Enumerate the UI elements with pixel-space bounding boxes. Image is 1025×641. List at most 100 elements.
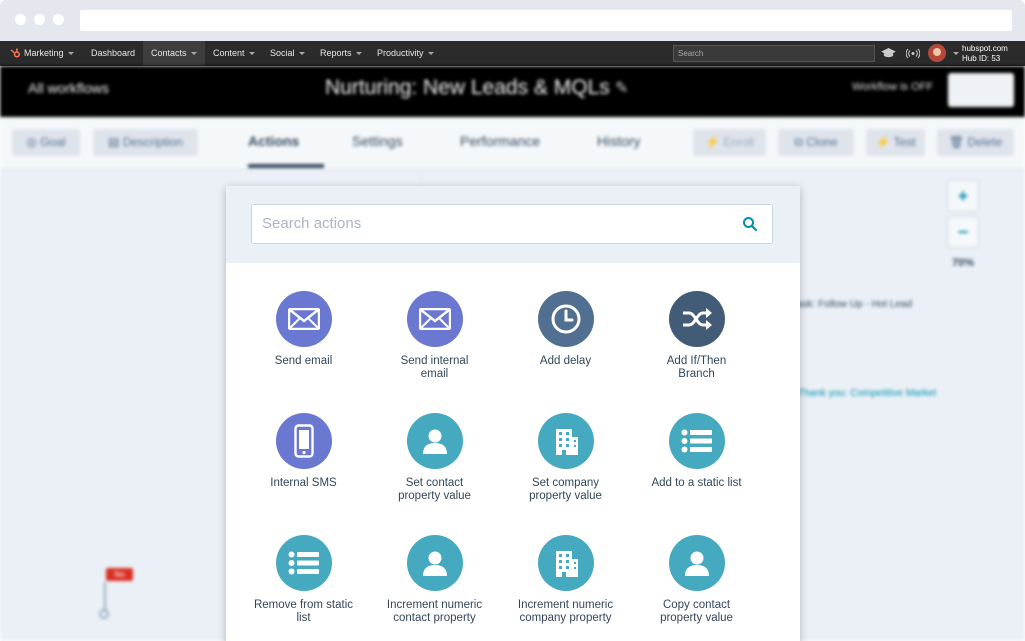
building-icon xyxy=(538,535,594,591)
action-label: Add to a static list xyxy=(631,477,762,490)
workflow-status: Workflow is OFF xyxy=(852,81,933,93)
action-increment-contact-property[interactable]: Increment numeric contact property xyxy=(369,535,500,625)
document-icon: ▤ xyxy=(108,135,123,149)
target-icon: ◎ xyxy=(26,135,40,149)
search-icon[interactable] xyxy=(742,216,758,232)
lightning-icon: ⚡ xyxy=(705,135,723,149)
nav-item-label: Content xyxy=(213,48,245,58)
goal-label: Goal xyxy=(40,135,65,149)
active-tab-indicator xyxy=(248,164,324,168)
action-remove-from-static-list[interactable]: Remove from static list xyxy=(238,535,369,625)
pencil-icon[interactable]: ✎ xyxy=(615,78,628,98)
nav-item-productivity[interactable]: Productivity xyxy=(369,41,442,66)
minus-icon: − xyxy=(958,222,969,242)
person-icon xyxy=(407,413,463,469)
delete-button[interactable]: 🗑 Delete xyxy=(937,129,1014,156)
action-send-email[interactable]: Send email xyxy=(238,291,369,368)
nav-item-label: Contacts xyxy=(151,48,187,58)
description-button[interactable]: ▤ Description xyxy=(93,129,198,156)
popup-pointer xyxy=(498,168,534,187)
envelope-icon xyxy=(407,291,463,347)
copy-icon: ⧉ xyxy=(794,135,806,149)
trash-icon: 🗑 xyxy=(949,135,968,149)
chevron-down-icon xyxy=(249,52,255,55)
zoom-in-button[interactable]: + xyxy=(947,180,979,212)
broadcast-icon[interactable] xyxy=(906,48,920,59)
action-label: Remove from static list xyxy=(254,599,354,625)
tab-history[interactable]: History xyxy=(597,133,641,149)
app-window: Marketing Dashboard Contacts Content Soc… xyxy=(0,0,1025,641)
clone-label: Clone xyxy=(806,135,837,149)
description-label: Description xyxy=(123,135,183,149)
hub-id: Hub ID: 53 xyxy=(962,54,1008,64)
tab-performance[interactable]: Performance xyxy=(460,133,540,149)
nav-item-contacts[interactable]: Contacts xyxy=(143,41,205,66)
nav-item-label: Marketing xyxy=(24,48,64,58)
clock-icon xyxy=(538,291,594,347)
test-button[interactable]: ⚡ Test xyxy=(866,129,925,156)
nav-item-label: Reports xyxy=(320,48,352,58)
action-label: Add delay xyxy=(500,355,631,368)
nav-search-input[interactable]: Search xyxy=(673,45,875,62)
plus-icon: + xyxy=(958,186,969,206)
nav-item-reports[interactable]: Reports xyxy=(312,41,370,66)
search-actions-input[interactable] xyxy=(252,205,742,241)
nav-item-marketing[interactable]: Marketing xyxy=(2,41,82,66)
action-label: Increment numeric company property xyxy=(514,599,618,625)
nav-item-content[interactable]: Content xyxy=(205,41,263,66)
canvas-email-snippet: Thank you: Competitive Market xyxy=(798,388,936,399)
avatar[interactable] xyxy=(928,44,946,62)
clone-button[interactable]: ⧉ Clone xyxy=(778,129,854,156)
workflow-header: All workflows Nurturing: New Leads & MQL… xyxy=(0,66,1025,117)
action-internal-sms[interactable]: Internal SMS xyxy=(238,413,369,490)
portal-info: hubspot.com Hub ID: 53 xyxy=(962,44,1008,64)
workflow-toggle[interactable] xyxy=(948,73,1014,107)
branch-connector xyxy=(104,582,106,612)
workflow-name[interactable]: Nurturing: New Leads & MQLs xyxy=(325,76,610,100)
action-set-company-property[interactable]: Set company property value xyxy=(500,413,631,503)
action-search-box[interactable] xyxy=(251,204,773,244)
canvas-task-snippet: Task: Follow Up - Hot Lead xyxy=(792,299,912,310)
phone-icon xyxy=(276,413,332,469)
enroll-button[interactable]: ⚡ Enroll xyxy=(693,129,766,156)
nav-item-dashboard[interactable]: Dashboard xyxy=(83,41,143,66)
no-branch-badge: No xyxy=(106,568,133,581)
zoom-out-button[interactable]: − xyxy=(947,216,979,248)
action-set-contact-property[interactable]: Set contact property value xyxy=(369,413,500,503)
goal-button[interactable]: ◎ Goal xyxy=(12,129,80,156)
workflow-toolbar: ◎ Goal ▤ Description Actions Settings Pe… xyxy=(0,117,1025,170)
address-bar[interactable] xyxy=(80,10,1012,31)
action-add-to-static-list[interactable]: Add to a static list xyxy=(631,413,762,490)
tab-actions[interactable]: Actions xyxy=(248,133,299,149)
action-increment-company-property[interactable]: Increment numeric company property xyxy=(500,535,631,625)
action-search-area xyxy=(226,186,800,263)
action-label: Set contact property value xyxy=(395,477,475,503)
nav-item-social[interactable]: Social xyxy=(262,41,313,66)
chevron-down-icon xyxy=(356,52,362,55)
window-close-dot[interactable] xyxy=(15,14,26,25)
lightning-icon: ⚡ xyxy=(875,135,893,149)
all-workflows-link[interactable]: All workflows xyxy=(28,80,109,96)
academy-cap-icon[interactable] xyxy=(881,48,896,59)
action-add-delay[interactable]: Add delay xyxy=(500,291,631,368)
action-label: Send email xyxy=(238,355,369,368)
enroll-label: Enroll xyxy=(723,135,754,149)
nav-item-label: Social xyxy=(270,48,295,58)
action-label: Internal SMS xyxy=(238,477,369,490)
chevron-down-icon xyxy=(68,52,74,55)
envelope-icon xyxy=(276,291,332,347)
action-copy-contact-property[interactable]: Copy contact property value xyxy=(631,535,762,625)
action-send-internal-email[interactable]: Send internal email xyxy=(369,291,500,381)
window-minimize-dot[interactable] xyxy=(34,14,45,25)
action-label: Add If/Then Branch xyxy=(662,355,732,381)
window-maximize-dot[interactable] xyxy=(53,14,64,25)
branch-node xyxy=(99,609,109,619)
tab-settings[interactable]: Settings xyxy=(352,133,403,149)
action-add-if-then-branch[interactable]: Add If/Then Branch xyxy=(631,291,762,381)
action-label: Set company property value xyxy=(526,477,606,503)
nav-item-label: Dashboard xyxy=(91,48,135,58)
top-nav: Marketing Dashboard Contacts Content Soc… xyxy=(0,41,1025,66)
building-icon xyxy=(538,413,594,469)
action-label: Copy contact property value xyxy=(657,599,737,625)
hubspot-logo-icon xyxy=(10,48,21,59)
